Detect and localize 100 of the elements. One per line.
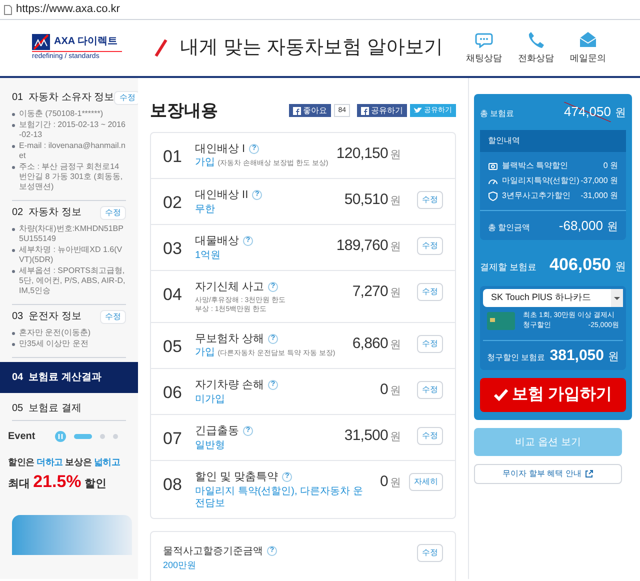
coverage-value: 일반형 [195, 440, 225, 450]
coverage-title: 자기신체 사고 [195, 280, 264, 295]
row-number: 07 [163, 428, 183, 450]
discount-amount: -31,000 원 [580, 190, 618, 202]
premium-amount: 31,500 [344, 426, 388, 446]
row-number: 01 [163, 146, 183, 168]
pause-icon [55, 431, 66, 442]
mail-icon [579, 30, 597, 48]
step-title[interactable]: 02 자동차 정보 [12, 205, 82, 220]
coverage-title: 할인 및 맞춤특약 [195, 470, 278, 485]
currency-unit: 원 [607, 220, 618, 234]
premium-amount: 50,510 [344, 190, 388, 210]
premium-amount: 0 [380, 472, 388, 492]
premium-amount: 189,760 [336, 236, 388, 256]
event-subline: 최대 21.5% 할인 [8, 471, 108, 493]
coverage-value: 가입 [195, 157, 215, 168]
currency-unit: 원 [608, 350, 619, 364]
url-text[interactable]: https://www.axa.co.kr [16, 1, 120, 18]
slide-indicator[interactable] [74, 434, 92, 439]
compare-button[interactable]: 비교 옵션 보기 [474, 428, 622, 456]
like-button[interactable]: 좋아요 [289, 104, 332, 118]
facebook-icon [293, 106, 302, 115]
edit-button[interactable]: 수정 [100, 206, 126, 220]
currency-unit: 원 [615, 260, 626, 275]
info-text: 세부옵션 : SPORTS최고급형, 5단, 에어컨, P/S, ABS, AIR-D, IM,5인승 [19, 266, 126, 296]
discount-total-label: 총 할인금액 [488, 222, 530, 234]
active-step[interactable]: 04 보험료 계산결과 [0, 362, 138, 393]
info-text: 혼자만 운전(이동춘) [19, 328, 91, 338]
discount-title: 할인내역 [480, 130, 626, 152]
edit-button[interactable]: 수정 [114, 90, 138, 104]
slash-icon [154, 39, 168, 57]
coverage-title: 물적사고할증기준금액 [163, 544, 263, 558]
external-link-icon [585, 470, 594, 478]
slide-indicator[interactable] [100, 434, 106, 439]
edit-button[interactable]: 수정 [417, 283, 443, 301]
header-phone-button[interactable]: 전화상담 [516, 30, 556, 66]
coverage-title: 무보험차 상해 [195, 332, 264, 346]
bullet-icon [12, 343, 15, 346]
bird-icon [414, 107, 422, 114]
coverage-title: 자기차량 손해 [195, 378, 264, 393]
coverage-value: 무한 [195, 204, 215, 214]
edit-button[interactable]: 수정 [417, 381, 443, 399]
info-text: 이동춘 (750108-1******) [19, 109, 104, 119]
bullet-icon [12, 332, 15, 335]
discount-total: -68,000 [558, 216, 603, 234]
camera-icon [488, 160, 498, 170]
coverage-title: 대인배상 II [195, 188, 248, 203]
step-title[interactable]: 05 보험료 결제 [12, 401, 82, 416]
total-label: 총 보험료 [480, 108, 514, 120]
coverage-title: 대물배상 [195, 234, 239, 249]
discount-label: 블랙박스 특약할인 [502, 160, 568, 172]
pay-label: 결제할 보험료 [480, 261, 537, 274]
discount-label: 마일리지특약(선할인) [502, 174, 580, 186]
step-title[interactable]: 03 운전자 정보 [12, 309, 82, 324]
header-mail-button[interactable]: 메일문의 [568, 30, 608, 66]
row-number: 05 [163, 336, 183, 358]
currency-unit: 원 [615, 106, 626, 121]
event-headline: 할인은 더하고 보상은 넓히고 [8, 456, 122, 469]
currency-unit: 원 [390, 338, 401, 352]
row-number: 03 [163, 238, 183, 260]
facebook-share-button[interactable]: 공유하기 [357, 104, 407, 118]
installment-link[interactable]: 무이자 할부 혜택 안내 [474, 464, 622, 484]
bullet-icon [12, 228, 15, 231]
discount-amount: 0 원 [603, 160, 618, 172]
event-label: Event [8, 430, 36, 444]
currency-unit: 원 [390, 240, 401, 255]
info-text: 보험기간 : 2015-02-13 ~ 2016-02-13 [19, 120, 126, 140]
currency-unit: 원 [390, 286, 401, 301]
edit-button[interactable]: 수정 [417, 237, 443, 255]
pay-amount: 406,050 [550, 254, 611, 276]
header-chat-button[interactable]: 채팅상담 [464, 30, 504, 66]
coverage-value: 마일리지 특약(선할인), 다른자동차 운전담보 [195, 486, 363, 508]
edit-button[interactable]: 수정 [100, 310, 126, 324]
slide-indicator[interactable] [113, 434, 118, 439]
bullet-icon [12, 113, 15, 116]
premium-amount: 0 [380, 380, 388, 400]
section-title: 보장내용 [150, 100, 218, 122]
edit-button[interactable]: 수정 [417, 334, 443, 352]
coverage-title: 대인배상 I [195, 142, 246, 156]
edit-button[interactable]: 수정 [417, 191, 443, 209]
edit-button[interactable]: 수정 [417, 544, 443, 562]
join-button[interactable]: 보험 가입하기 [480, 378, 626, 412]
logo-icon [32, 34, 50, 50]
checkmark-icon [494, 389, 508, 401]
coverage-value: 미가입 [195, 394, 225, 404]
bullet-icon [12, 249, 15, 252]
step-title[interactable]: 01 자동차 소유자 정보 [12, 90, 114, 105]
premium-amount: 120,150 [336, 144, 388, 164]
coverage-value: 가입 [195, 347, 215, 358]
edit-button[interactable]: 수정 [417, 427, 443, 445]
info-text: 세부차명 : 뉴아반떼XD 1.6(VVT)(5DR) [19, 245, 124, 265]
row-number: 06 [163, 382, 183, 404]
currency-unit: 원 [390, 430, 401, 445]
currency-unit: 원 [390, 384, 401, 399]
info-text: E-mail : ilovenana@hanmail.net [19, 141, 126, 161]
coverage-title: 긴급출동 [195, 424, 239, 439]
info-text: 만35세 이상만 운전 [19, 339, 88, 349]
card-select[interactable]: SK Touch PlUS 하나카드 [483, 288, 623, 306]
logo-text: AXA 다이렉트 [54, 35, 118, 50]
edit-button[interactable]: 자세히 [409, 473, 443, 491]
